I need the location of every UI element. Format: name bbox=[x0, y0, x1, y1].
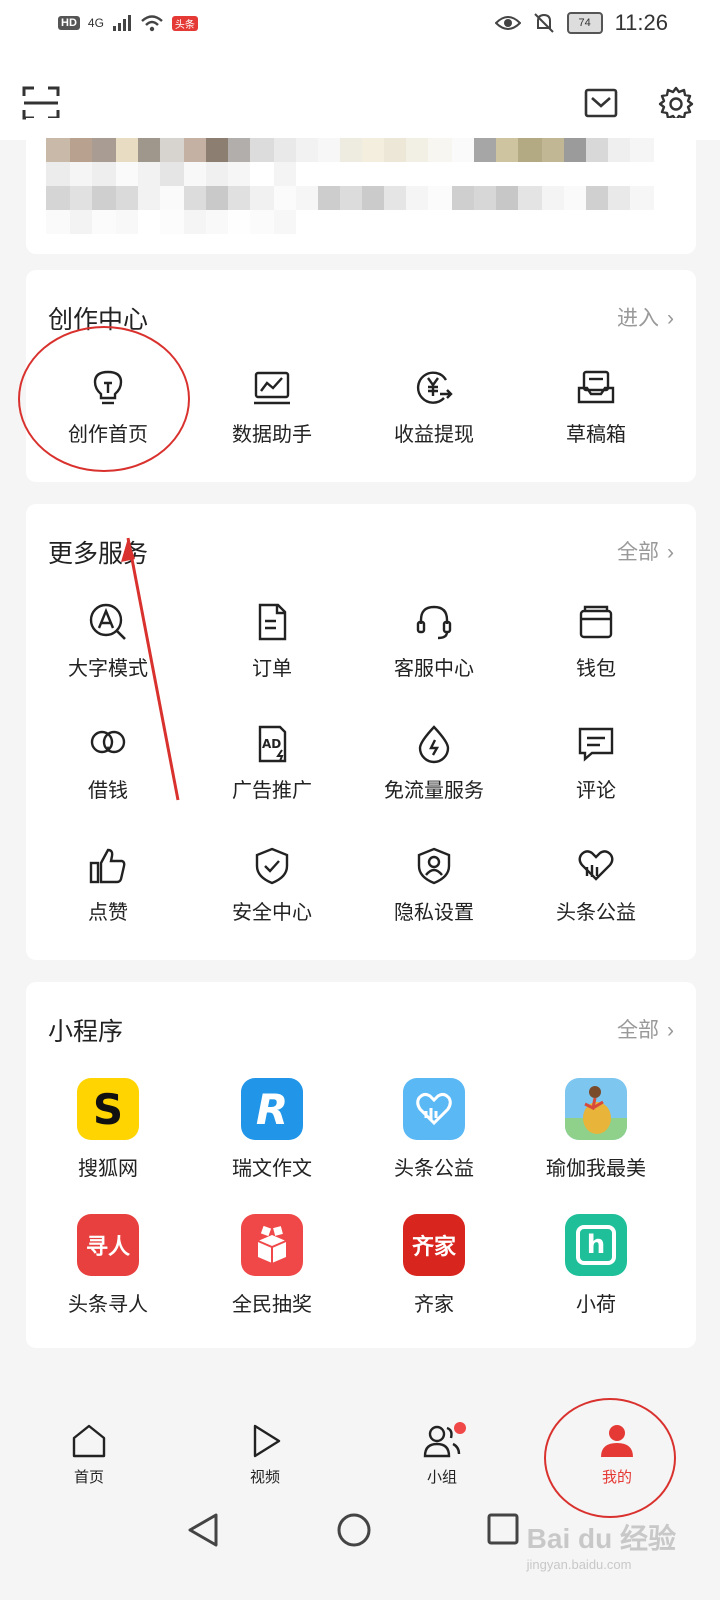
annotation-arrow bbox=[121, 537, 180, 801]
